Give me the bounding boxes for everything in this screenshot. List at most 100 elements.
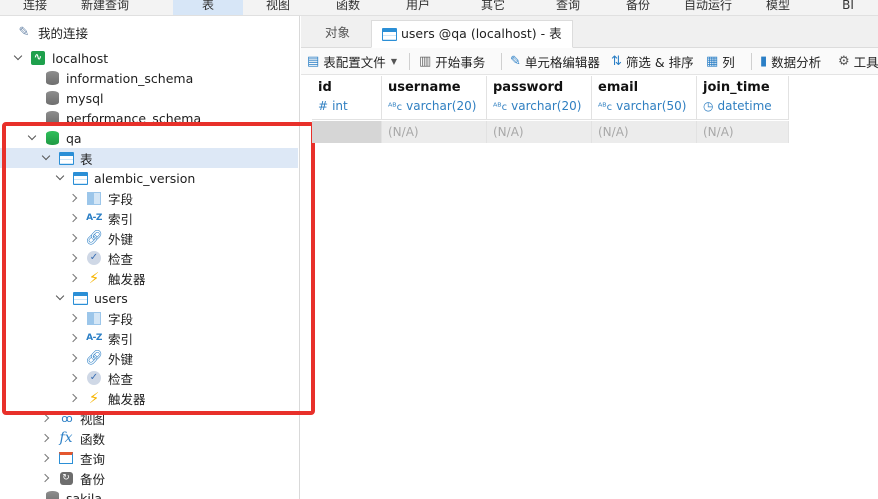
table-cell[interactable]: (N/A) [382,121,487,143]
node-label: 检查 [108,371,134,387]
table-cell[interactable]: (N/A) [592,121,697,143]
queries-group[interactable]: 查询 [0,448,298,468]
column-name: email [598,80,639,95]
table-config-button[interactable]: ▤ 表配置文件 ▼ [307,48,397,74]
menu-bi[interactable]: BI [813,0,878,15]
chevron-down-icon[interactable] [42,153,52,163]
navigator-panel: ✎ 我的连接 ∿ localhost information_schema my… [0,16,300,499]
chevron-right-icon[interactable] [70,253,80,263]
tab-users-table[interactable]: users @qa (localhost) - 表 [371,20,573,48]
tab-objects[interactable]: 对象 [315,20,360,48]
chevron-down-icon[interactable] [14,53,24,63]
node-label: 索引 [108,211,134,227]
button-label: 表配置文件 [323,55,386,70]
node-checks[interactable]: ✓ 检查 [0,248,298,268]
menu-query[interactable]: 查询 [533,0,603,15]
column-header-id[interactable]: id # int [312,76,382,120]
chevron-right-icon[interactable] [42,473,52,483]
chevron-right-icon[interactable] [70,193,80,203]
node-checks[interactable]: ✓ 检查 [0,368,298,388]
node-indexes[interactable]: A-Z 索引 [0,328,298,348]
table-cell[interactable] [312,121,382,143]
chevron-down-icon[interactable] [28,133,38,143]
node-fields[interactable]: 字段 [0,308,298,328]
chevron-down-icon[interactable] [56,173,66,183]
chevron-right-icon[interactable] [70,313,80,323]
views-group[interactable]: oo 视图 [0,408,298,428]
column-name: id [318,80,332,95]
node-foreign-keys[interactable]: 🔗︎ 外键 [0,228,298,248]
data-analysis-button[interactable]: ▮ 数据分析 [760,48,822,74]
column-type: datetime [717,99,772,113]
node-triggers[interactable]: ⚡︎ 触发器 [0,388,298,408]
db-information-schema[interactable]: information_schema [0,68,298,88]
node-triggers[interactable]: ⚡︎ 触发器 [0,268,298,288]
menu-view[interactable]: 视图 [243,0,313,15]
menu-function[interactable]: 函数 [313,0,383,15]
table-alembic-version[interactable]: alembic_version [0,168,298,188]
fields-icon [86,190,102,206]
functions-group[interactable]: fx 函数 [0,428,298,448]
chevron-right-icon[interactable] [70,353,80,363]
db-label: information_schema [66,70,194,86]
lightning-icon: ⚡︎ [88,389,100,407]
menu-connect[interactable]: 连接 [0,0,70,15]
group-label: 视图 [80,411,106,427]
node-label: 检查 [108,251,134,267]
menu-automation[interactable]: 自动运行 [673,0,743,15]
button-label: 列 [722,55,735,70]
chevron-right-icon[interactable] [70,273,80,283]
chevron-right-icon[interactable] [70,373,80,383]
db-mysql[interactable]: mysql [0,88,298,108]
database-icon [44,490,60,499]
mysql-connection-icon: ∿ [30,50,46,66]
cell-editor-button[interactable]: ✎ 单元格编辑器 [510,48,600,74]
menu-backup[interactable]: 备份 [603,0,673,15]
table-cell[interactable]: (N/A) [697,121,789,143]
column-header-email[interactable]: email ᴬᴮc varchar(50) [592,76,697,120]
filter-sort-button[interactable]: ⇅ 筛选 & 排序 [611,48,694,74]
columns-button[interactable]: ▦ 列 [706,48,735,74]
node-fields[interactable]: 字段 [0,188,298,208]
node-indexes[interactable]: A-Z 索引 [0,208,298,228]
chevron-right-icon[interactable] [70,393,80,403]
function-fx-icon: fx [59,430,73,446]
menu-table[interactable]: 表 [173,0,243,15]
tab-label: users @qa (localhost) - 表 [401,26,562,41]
connection-localhost[interactable]: ∿ localhost [0,48,298,68]
column-header-password[interactable]: password ᴬᴮc varchar(20) [487,76,592,120]
menu-model[interactable]: 模型 [743,0,813,15]
tables-group[interactable]: 表 [0,148,298,168]
backup-icon: ↻ [58,470,74,486]
begin-transaction-button[interactable]: ▥ 开始事务 [419,48,485,74]
db-qa[interactable]: qa [0,128,298,148]
db-label: sakila [66,490,103,499]
filter-sort-icon: ⇅ [611,54,622,69]
column-header-join-time[interactable]: join_time ◷ datetime [697,76,789,120]
check-icon: ✓ [86,370,102,386]
chevron-right-icon[interactable] [42,413,52,423]
menu-user[interactable]: 用户 [383,0,453,15]
table-cell[interactable]: (N/A) [487,121,592,143]
column-type: varchar(50) [616,99,687,113]
chevron-right-icon[interactable] [70,233,80,243]
db-performance-schema[interactable]: performance_schema [0,108,298,128]
backups-group[interactable]: ↻ 备份 [0,468,298,488]
column-header-username[interactable]: username ᴬᴮc varchar(20) [382,76,487,120]
chevron-right-icon[interactable] [42,453,52,463]
node-foreign-keys[interactable]: 🔗︎ 外键 [0,348,298,368]
tools-button[interactable]: ⚙ 工具 [838,48,878,74]
menu-new-query[interactable]: 新建查询 [70,0,140,15]
my-connections-row[interactable]: ✎ 我的连接 [0,22,298,42]
clock-icon: ◷ [703,99,714,113]
chevron-down-icon[interactable] [56,293,66,303]
chevron-right-icon[interactable] [42,433,52,443]
toolbar-separator [409,53,410,70]
database-icon [44,130,60,146]
db-sakila[interactable]: sakila [0,488,298,499]
menu-other[interactable]: 其它 [458,0,528,15]
table-users[interactable]: users [0,288,298,308]
button-label: 数据分析 [771,55,822,70]
chevron-right-icon[interactable] [70,213,80,223]
chevron-right-icon[interactable] [70,333,80,343]
